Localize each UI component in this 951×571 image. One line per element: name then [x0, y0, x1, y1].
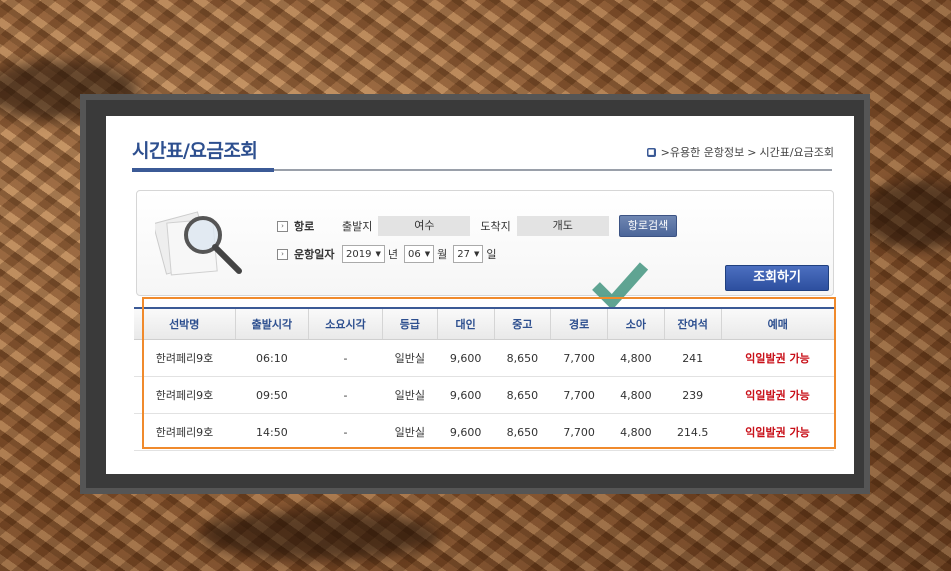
arrival-label: 도착지 [480, 220, 511, 233]
year-select[interactable]: 2019 ▼ [342, 245, 385, 263]
day-select[interactable]: 27 ▼ [453, 245, 484, 263]
dropdown-arrow-icon: ▼ [424, 250, 431, 258]
title-underline [274, 169, 832, 171]
rope-shadow [200, 510, 440, 560]
route-label: 항로 [294, 220, 315, 233]
arrow-bullet-icon: › [277, 220, 288, 232]
month-select[interactable]: 06 ▼ [403, 245, 435, 263]
page-title: 시간표/요금조회 [132, 140, 258, 162]
departure-field[interactable]: 여수 [378, 216, 471, 236]
search-panel: › 항로 출발지 여수 도착지 개도 항로검색 › 운항일자 2019 ▼ 년 0… [136, 190, 834, 296]
month-unit: 월 [437, 248, 448, 261]
dropdown-arrow-icon: ▼ [473, 250, 480, 258]
arrival-field[interactable]: 개도 [516, 216, 609, 236]
rope-shadow [860, 180, 951, 250]
date-label: 운항일자 [294, 248, 335, 261]
dropdown-arrow-icon: ▼ [375, 250, 381, 258]
highlight-box [142, 297, 836, 449]
route-search-button[interactable]: 항로검색 [618, 215, 678, 237]
arrow-bullet-icon: › [277, 248, 288, 260]
day-unit: 일 [486, 248, 497, 261]
route-row: › 항로 출발지 여수 도착지 개도 항로검색 [277, 215, 678, 237]
date-row: › 운항일자 2019 ▼ 년 06 ▼ 월 27 ▼ 일 [277, 245, 502, 263]
year-unit: 년 [387, 248, 398, 261]
breadcrumb-separator: > [747, 145, 757, 159]
home-icon[interactable]: ■ [646, 147, 656, 157]
magnifier-icon [155, 211, 242, 276]
breadcrumb: ■ >유용한 운항정보 > 시간표/요금조회 [646, 144, 834, 160]
query-button[interactable]: 조회하기 [725, 265, 829, 291]
breadcrumb-item[interactable]: >유용한 운항정보 [661, 144, 745, 160]
title-underline [132, 168, 274, 172]
departure-label: 출발지 [342, 220, 373, 233]
breadcrumb-item[interactable]: 시간표/요금조회 [759, 144, 834, 160]
